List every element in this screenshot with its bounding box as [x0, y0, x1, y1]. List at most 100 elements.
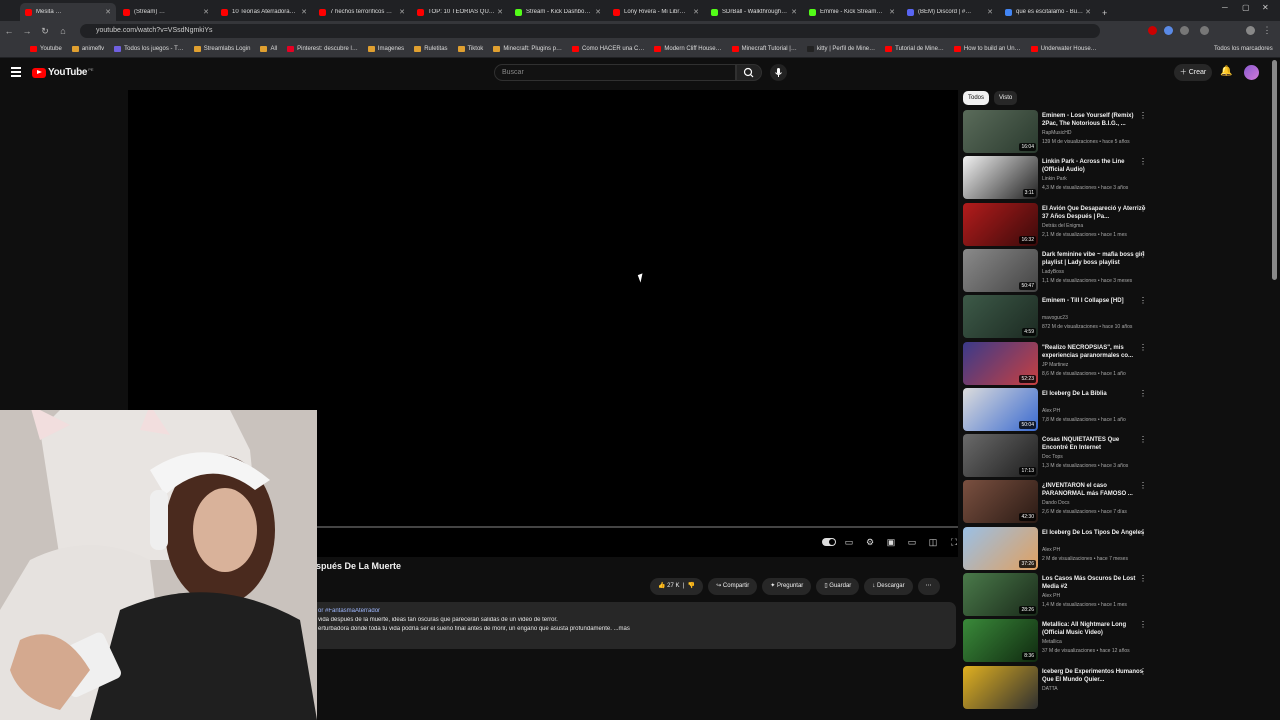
video-progress-bar[interactable] [316, 526, 958, 528]
bookmark-item[interactable]: Streamlabs Login [193, 46, 250, 52]
video-thumbnail[interactable] [963, 665, 1038, 709]
notifications-bell-icon[interactable]: 🔔 [1220, 66, 1232, 77]
bookmark-item[interactable]: Tiktok [457, 46, 483, 52]
video-thumbnail[interactable]: 50:04 [963, 387, 1038, 431]
channel-name[interactable]: JP Martinez [1042, 362, 1068, 368]
dislike-icon[interactable]: 👎 [688, 583, 695, 589]
home-icon[interactable]: ⌂ [54, 26, 72, 36]
bookmark-item[interactable]: Youtube [30, 46, 62, 52]
bookmark-item[interactable]: Ruletitas [414, 46, 448, 52]
video-title[interactable]: Eminem - Lose Yourself (Remix) 2Pac, The… [1042, 112, 1146, 128]
search-button[interactable] [736, 64, 762, 81]
channel-name[interactable]: mavoguc23 [1042, 315, 1068, 321]
extension-icon[interactable] [1180, 26, 1189, 35]
bookmark-item[interactable]: Pinterest: descubre l… [287, 46, 358, 52]
extension-icon[interactable] [1164, 26, 1173, 35]
video-thumbnail[interactable]: 17:13 [963, 434, 1038, 478]
all-bookmarks-link[interactable]: Todos los marcadores [1214, 46, 1273, 52]
address-bar[interactable]: youtube.com/watch?v=VSsdNgmkiYs [80, 24, 1100, 38]
save-button[interactable]: ▯ Guardar [816, 578, 860, 595]
user-avatar[interactable] [1244, 65, 1259, 80]
browser-tab[interactable]: Lony Rivera - Mi Libr… ✕ [608, 3, 704, 21]
video-title[interactable]: El Avión Que Desapareció y Aterrizó 37 A… [1042, 205, 1146, 221]
browser-tab[interactable]: 10 Teorías Aterradora… ✕ [216, 3, 312, 21]
video-title[interactable]: ¿INVENTARON el caso PARANORMAL más FAMOS… [1042, 482, 1146, 498]
recommended-video[interactable]: 50:04 El Iceberg De La Biblia Alex PH 7,8 M… [963, 387, 1153, 432]
hamburger-menu-icon[interactable] [11, 67, 21, 79]
video-thumbnail[interactable]: 16:04 [963, 110, 1038, 153]
channel-name[interactable]: Alex PH [1042, 547, 1060, 553]
video-title[interactable]: "Realizo NECROPSIAS", mis experiencias p… [1042, 344, 1146, 360]
browser-tab[interactable]: SDrBall - Walkthrough… ✕ [706, 3, 802, 21]
minimize-window-icon[interactable]: ─ [1222, 3, 1228, 12]
video-options-icon[interactable]: ⋮ [1139, 620, 1147, 629]
back-icon[interactable]: ← [0, 26, 18, 36]
channel-name[interactable]: Doc Tops [1042, 454, 1063, 460]
video-title[interactable]: Linkin Park - Across the Line (Official … [1042, 158, 1146, 174]
browser-tab[interactable]: Emmie - Kick Stream… ✕ [804, 3, 900, 21]
channel-name[interactable]: Alex PH [1042, 408, 1060, 414]
theater-mode-icon[interactable]: ▭ [906, 537, 918, 547]
recommended-video[interactable]: 17:13 Cosas INQUIETANTES Que Encontré En … [963, 434, 1153, 478]
close-tab-icon[interactable]: ✕ [693, 8, 699, 16]
reload-icon[interactable]: ↻ [36, 26, 54, 37]
show-more-link[interactable]: ...más [614, 626, 630, 632]
video-thumbnail[interactable]: 42:30 [963, 480, 1038, 524]
video-options-icon[interactable]: ⋮ [1139, 574, 1147, 583]
browser-menu-icon[interactable]: ⋮ [1258, 25, 1276, 36]
video-thumbnail[interactable]: 4:59 [963, 295, 1038, 339]
close-tab-icon[interactable]: ✕ [105, 8, 111, 16]
channel-name[interactable]: Detrás del Enigma [1042, 223, 1083, 229]
bookmark-item[interactable]: Modern Cliff House… [654, 46, 722, 52]
close-tab-icon[interactable]: ✕ [301, 8, 307, 16]
video-title[interactable]: Metallica: All Nightmare Long (Official … [1042, 621, 1146, 637]
channel-name[interactable]: Metallica [1042, 639, 1062, 645]
channel-name[interactable]: Linkin Park [1042, 176, 1067, 182]
create-button[interactable]: ＋ Crear [1174, 64, 1212, 81]
video-title[interactable]: Dark feminine vibe ~ mafia boss girl pla… [1042, 251, 1146, 267]
video-description[interactable]: or #FantasmaAterrador vida después de la… [316, 602, 956, 649]
extension-icon[interactable] [1148, 26, 1157, 35]
bookmark-item[interactable]: How to build an Un… [953, 46, 1021, 52]
browser-tab[interactable]: (BEM) Discord | #… ✕ [902, 3, 998, 21]
close-window-icon[interactable]: ✕ [1262, 3, 1269, 12]
close-tab-icon[interactable]: ✕ [889, 8, 895, 16]
video-options-icon[interactable]: ⋮ [1139, 296, 1147, 305]
bookmark-item[interactable]: kitty | Perfil de Mine… [806, 46, 875, 52]
filter-chip[interactable]: Visto [994, 91, 1018, 105]
video-title[interactable]: El Iceberg De Los Tipos De Ángeles [1042, 529, 1146, 537]
fullscreen-icon[interactable]: ⛶ [948, 537, 960, 547]
browser-tab[interactable]: (Stream) … ✕ [118, 3, 214, 21]
download-button[interactable]: ↓ Descargar [864, 578, 913, 595]
close-tab-icon[interactable]: ✕ [1085, 8, 1091, 16]
recommended-video[interactable]: Iceberg De Experimentos Humanos Que El M… [963, 665, 1153, 710]
like-button[interactable]: 👍 27 K | 👎 [650, 578, 704, 595]
recommended-video[interactable]: 28:26 Los Casos Más Oscuros De Lost Media… [963, 573, 1153, 617]
settings-gear-icon[interactable]: ⚙ [864, 537, 876, 547]
channel-name[interactable]: RapMusicHD [1042, 130, 1071, 136]
close-tab-icon[interactable]: ✕ [987, 8, 993, 16]
bookmark-item[interactable]: animeflv [71, 46, 104, 52]
video-options-icon[interactable]: ⋮ [1139, 157, 1147, 166]
recommended-video[interactable]: 4:59 Eminem - Till I Collapse [HD] mavoguc… [963, 295, 1153, 339]
forward-icon[interactable]: → [18, 26, 36, 36]
page-scrollbar[interactable] [1272, 60, 1277, 280]
bookmark-item[interactable]: Tutorial de Mine… [885, 46, 944, 52]
autoplay-toggle[interactable] [822, 537, 836, 547]
recommended-video[interactable]: 37:26 El Iceberg De Los Tipos De Ángeles A… [963, 526, 1153, 571]
channel-name[interactable]: Dando Docs [1042, 500, 1070, 506]
video-options-icon[interactable]: ⋮ [1139, 528, 1147, 537]
channel-name[interactable]: LadyBoss [1042, 269, 1064, 275]
browser-tab[interactable]: que es escitalamo - Bu… ✕ [1000, 3, 1096, 21]
video-options-icon[interactable]: ⋮ [1139, 435, 1147, 444]
browser-tab[interactable]: TOP: 10 TEORÍAS QUE… ✕ [412, 3, 508, 21]
browser-tab[interactable]: 7 hechos terroríficos … ✕ [314, 3, 410, 21]
video-thumbnail[interactable]: 16:32 [963, 202, 1038, 246]
bookmark-item[interactable]: Todos los juegos - T… [114, 46, 184, 52]
more-actions-icon[interactable]: ⋯ [917, 578, 940, 595]
recommended-video[interactable]: 3:11 Linkin Park - Across the Line (Offic… [963, 156, 1153, 200]
filter-chip[interactable]: Todos [963, 91, 990, 105]
youtube-logo[interactable]: YouTube PE [32, 67, 94, 78]
bookmark-item[interactable]: Minecraft: Plugins p… [493, 46, 562, 52]
channel-name[interactable]: Alex PH [1042, 593, 1060, 599]
